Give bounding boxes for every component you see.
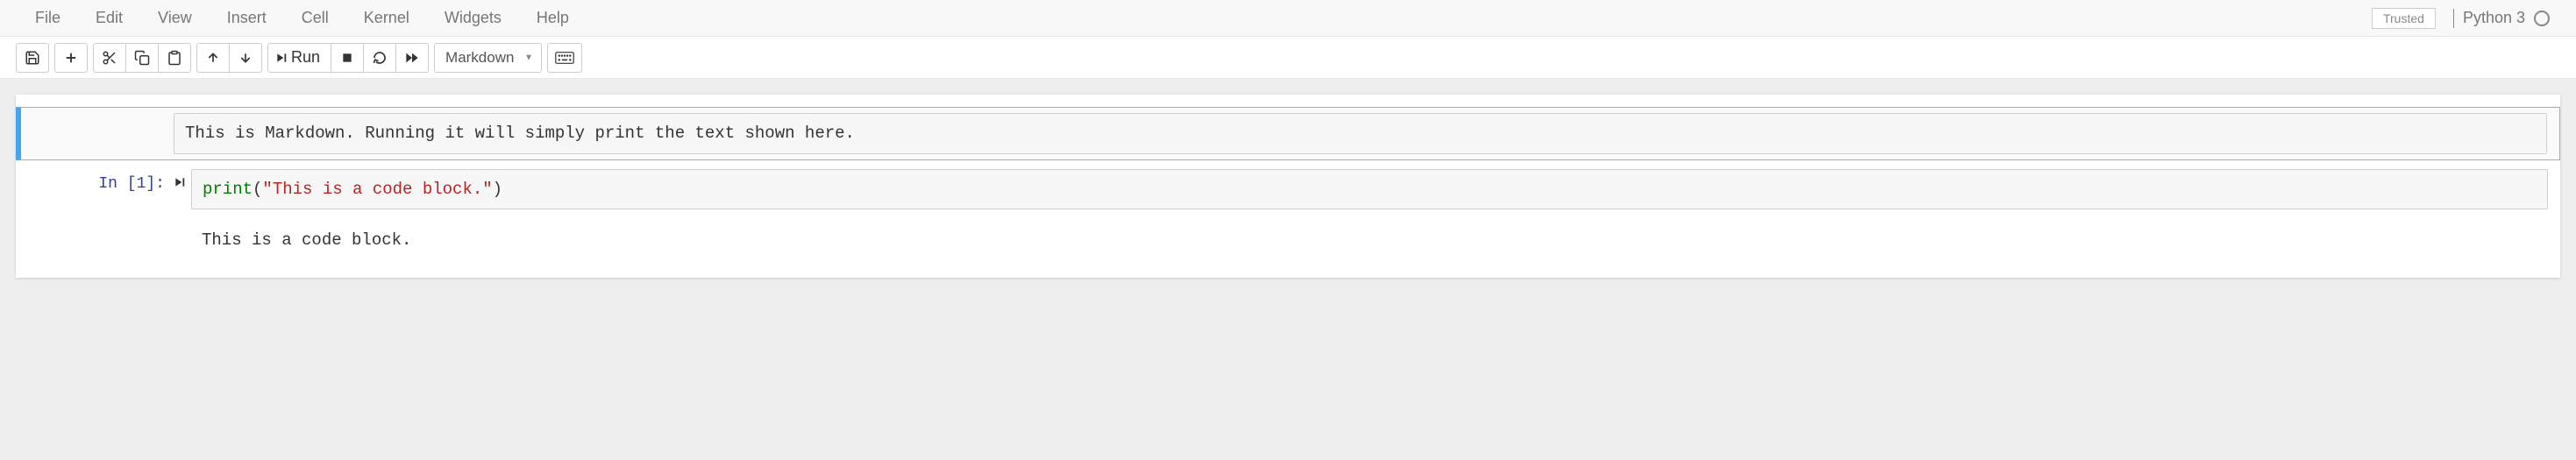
- output-text: This is a code block.: [191, 223, 2548, 257]
- code-token-string: "This is a code block.": [262, 180, 492, 199]
- markdown-input[interactable]: This is Markdown. Running it will simply…: [174, 113, 2547, 154]
- notebook-container: This is Markdown. Running it will simply…: [16, 95, 2560, 278]
- restart-button[interactable]: [363, 43, 396, 73]
- toolbar: Run Markdown: [0, 37, 2576, 79]
- move-down-button[interactable]: [229, 43, 262, 73]
- arrow-down-icon: [238, 51, 253, 65]
- add-cell-button[interactable]: [54, 43, 88, 73]
- code-input[interactable]: print("This is a code block."): [191, 169, 2548, 210]
- menu-widgets[interactable]: Widgets: [427, 0, 519, 37]
- trusted-badge[interactable]: Trusted: [2372, 8, 2436, 29]
- move-group: [196, 43, 262, 73]
- cell-body: This is a code block.: [191, 223, 2548, 257]
- prompt-area: [16, 223, 174, 257]
- restart-run-all-button[interactable]: [395, 43, 429, 73]
- copy-button[interactable]: [125, 43, 159, 73]
- cell-body: print("This is a code block."): [191, 169, 2548, 210]
- markdown-cell[interactable]: This is Markdown. Running it will simply…: [16, 107, 2560, 160]
- cell-body: This is Markdown. Running it will simply…: [174, 113, 2547, 154]
- cell-type-select-wrapper: Markdown: [434, 43, 542, 73]
- cut-button[interactable]: [93, 43, 126, 73]
- menu-cell[interactable]: Cell: [284, 0, 346, 37]
- move-up-button[interactable]: [196, 43, 230, 73]
- refresh-icon: [373, 51, 387, 65]
- menu-help[interactable]: Help: [519, 0, 587, 37]
- arrow-up-icon: [206, 51, 220, 65]
- save-icon: [25, 50, 40, 66]
- menu-kernel[interactable]: Kernel: [346, 0, 427, 37]
- run-button-label: Run: [291, 48, 320, 67]
- input-prompt: In [1]:: [98, 175, 165, 193]
- menubar: File Edit View Insert Cell Kernel Widget…: [0, 0, 2576, 37]
- menu-insert[interactable]: Insert: [210, 0, 284, 37]
- divider: [2453, 9, 2454, 28]
- menu-edit[interactable]: Edit: [78, 0, 140, 37]
- run-group: Run: [267, 43, 429, 73]
- interrupt-button[interactable]: [331, 43, 364, 73]
- keyboard-icon: [555, 51, 574, 65]
- stop-icon: [341, 52, 353, 64]
- run-button[interactable]: Run: [267, 43, 331, 73]
- plus-icon: [63, 50, 79, 66]
- output-cell: This is a code block.: [16, 218, 2560, 262]
- prompt-area: In [1]:: [16, 169, 174, 210]
- scissors-icon: [102, 50, 117, 66]
- kernel-name[interactable]: Python 3: [2463, 9, 2525, 27]
- paste-icon: [167, 50, 182, 66]
- code-token-paren: (: [253, 180, 262, 199]
- step-forward-icon: [174, 175, 186, 189]
- prompt-area: [21, 113, 174, 154]
- paste-button[interactable]: [158, 43, 191, 73]
- clipboard-group: [93, 43, 191, 73]
- menu-file[interactable]: File: [18, 0, 78, 37]
- step-forward-icon: [275, 51, 288, 65]
- run-cell-button[interactable]: [174, 169, 186, 210]
- code-token-func: print: [203, 180, 253, 199]
- fast-forward-icon: [404, 51, 420, 65]
- save-button[interactable]: [16, 43, 49, 73]
- code-cell[interactable]: In [1]: print("This is a code block."): [16, 164, 2560, 216]
- code-token-paren: ): [493, 180, 502, 199]
- cell-type-select[interactable]: Markdown: [434, 43, 542, 73]
- kernel-idle-icon: [2534, 11, 2550, 26]
- command-palette-button[interactable]: [547, 43, 582, 73]
- menu-view[interactable]: View: [140, 0, 210, 37]
- copy-icon: [134, 50, 150, 66]
- notebook-background: This is Markdown. Running it will simply…: [0, 79, 2576, 460]
